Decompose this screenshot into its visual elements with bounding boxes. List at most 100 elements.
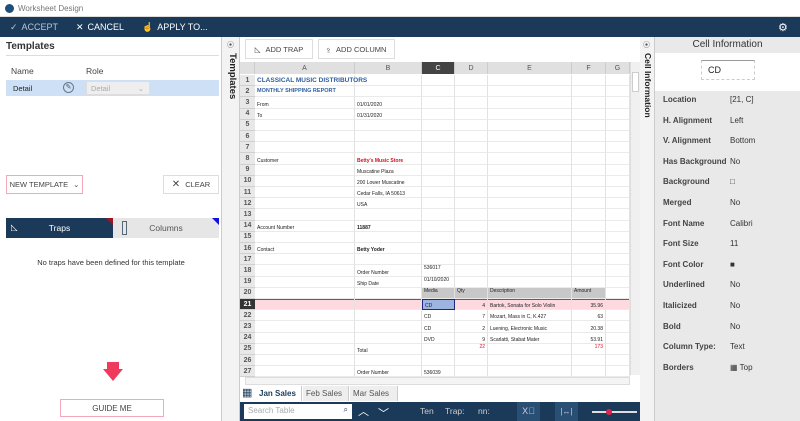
cell-G18[interactable] — [606, 265, 630, 277]
cell-F11[interactable] — [572, 187, 606, 199]
cell-F21[interactable]: 35.96 — [572, 299, 606, 311]
cell-E1[interactable] — [488, 75, 572, 87]
select-all-corner[interactable] — [240, 62, 255, 74]
row-header[interactable]: 18 — [240, 265, 255, 277]
cell-B16[interactable]: Betty Yoder — [355, 243, 422, 255]
row-header[interactable]: 27 — [240, 366, 255, 378]
cell-F9[interactable] — [572, 164, 606, 176]
cell-E14[interactable] — [488, 220, 572, 232]
cell-B19[interactable]: Ship Date — [355, 276, 422, 288]
cell-C1[interactable] — [422, 75, 455, 87]
row-header[interactable]: 2 — [240, 86, 255, 98]
cell-D7[interactable] — [455, 142, 488, 154]
cell-A21[interactable] — [255, 299, 355, 311]
cell-F23[interactable]: 20.38 — [572, 321, 606, 333]
cell-C24[interactable]: DVD — [422, 332, 455, 344]
next-button[interactable]: ﹀ — [378, 405, 389, 421]
cell-A22[interactable] — [255, 310, 355, 322]
cancel-button[interactable]: ✕ CANCEL — [76, 20, 124, 34]
edit-icon[interactable]: ✎ — [63, 82, 74, 93]
row-header[interactable]: 17 — [240, 254, 255, 266]
cell-D12[interactable] — [455, 198, 488, 210]
cell-F2[interactable] — [572, 86, 606, 98]
cell-B13[interactable] — [355, 209, 422, 221]
cell-E10[interactable] — [488, 175, 572, 187]
cell-A18[interactable] — [255, 265, 355, 277]
cell-C4[interactable] — [422, 108, 455, 120]
row-header[interactable]: 21 — [240, 299, 255, 311]
cell-F7[interactable] — [572, 142, 606, 154]
cell-F3[interactable] — [572, 97, 606, 109]
cell-G23[interactable] — [606, 321, 630, 333]
cell-D6[interactable] — [455, 131, 488, 143]
cell-C15[interactable] — [422, 231, 455, 243]
column-header-G[interactable]: G — [606, 62, 630, 74]
cell-G9[interactable] — [606, 164, 630, 176]
cell-G27[interactable] — [606, 366, 630, 378]
cell-A19[interactable] — [255, 276, 355, 288]
cell-F24[interactable]: 53.91 — [572, 332, 606, 344]
cell-E13[interactable] — [488, 209, 572, 221]
cell-D4[interactable] — [455, 108, 488, 120]
cell-E19[interactable] — [488, 276, 572, 288]
cell-A2[interactable]: MONTHLY SHIPPING REPORT — [255, 86, 355, 98]
search-input[interactable]: Search Table ⌕ — [244, 404, 352, 419]
cell-B12[interactable]: USA — [355, 198, 422, 210]
cell-C13[interactable] — [422, 209, 455, 221]
guide-me-button[interactable]: GUIDE ME — [60, 399, 164, 417]
cell-B18[interactable]: Order Number — [355, 265, 422, 277]
cell-G13[interactable] — [606, 209, 630, 221]
cell-F22[interactable]: 63 — [572, 310, 606, 322]
cell-G12[interactable] — [606, 198, 630, 210]
cell-E22[interactable]: Mozart, Mass in C, K.427 — [488, 310, 572, 322]
cell-B15[interactable] — [355, 231, 422, 243]
cell-C22[interactable]: CD — [422, 310, 455, 322]
cell-G11[interactable] — [606, 187, 630, 199]
cell-B9[interactable]: Muscatine Plaza — [355, 164, 422, 176]
cell-D14[interactable] — [455, 220, 488, 232]
cell-G25[interactable] — [606, 343, 630, 355]
cell-G22[interactable] — [606, 310, 630, 322]
cell-G17[interactable] — [606, 254, 630, 266]
cell-B10[interactable]: 200 Lower Muscatine — [355, 175, 422, 187]
cell-B22[interactable] — [355, 310, 422, 322]
cell-E17[interactable] — [488, 254, 572, 266]
cell-A14[interactable]: Account Number — [255, 220, 355, 232]
row-header[interactable]: 24 — [240, 332, 255, 344]
cell-G21[interactable] — [606, 299, 630, 311]
cell-E12[interactable] — [488, 198, 572, 210]
row-header[interactable]: 7 — [240, 142, 255, 154]
column-header-B[interactable]: B — [355, 62, 422, 74]
cell-F19[interactable] — [572, 276, 606, 288]
cell-E20[interactable]: Description — [488, 287, 572, 299]
cell-C9[interactable] — [422, 164, 455, 176]
cell-F14[interactable] — [572, 220, 606, 232]
cell-F16[interactable] — [572, 243, 606, 255]
row-header[interactable]: 12 — [240, 198, 255, 210]
cell-A6[interactable] — [255, 131, 355, 143]
cell-A4[interactable]: To — [255, 108, 355, 120]
cell-G14[interactable] — [606, 220, 630, 232]
cell-F18[interactable] — [572, 265, 606, 277]
cell-D10[interactable] — [455, 175, 488, 187]
cell-E21[interactable]: Bartok, Sonata for Solo Violin — [488, 299, 572, 311]
cell-B14[interactable]: 11887 — [355, 220, 422, 232]
cell-F8[interactable] — [572, 153, 606, 165]
cell-D27[interactable] — [455, 366, 488, 378]
cell-E18[interactable] — [488, 265, 572, 277]
cell-A10[interactable] — [255, 175, 355, 187]
cell-C18[interactable]: 536017 — [422, 265, 455, 277]
cell-E7[interactable] — [488, 142, 572, 154]
clear-button[interactable]: ✕ CLEAR — [163, 175, 219, 194]
cell-G6[interactable] — [606, 131, 630, 143]
horizontal-scrollbar[interactable] — [245, 377, 630, 385]
zoom-slider[interactable] — [592, 409, 637, 415]
cell-B2[interactable] — [355, 86, 422, 98]
cell-F10[interactable] — [572, 175, 606, 187]
cell-B26[interactable] — [355, 355, 422, 367]
cell-F13[interactable] — [572, 209, 606, 221]
excel-icon[interactable]: X⃞ — [517, 402, 540, 421]
column-header-C[interactable]: C — [422, 62, 455, 74]
row-header[interactable]: 14 — [240, 220, 255, 232]
apply-to-button[interactable]: ☝ APPLY TO... — [142, 20, 208, 34]
